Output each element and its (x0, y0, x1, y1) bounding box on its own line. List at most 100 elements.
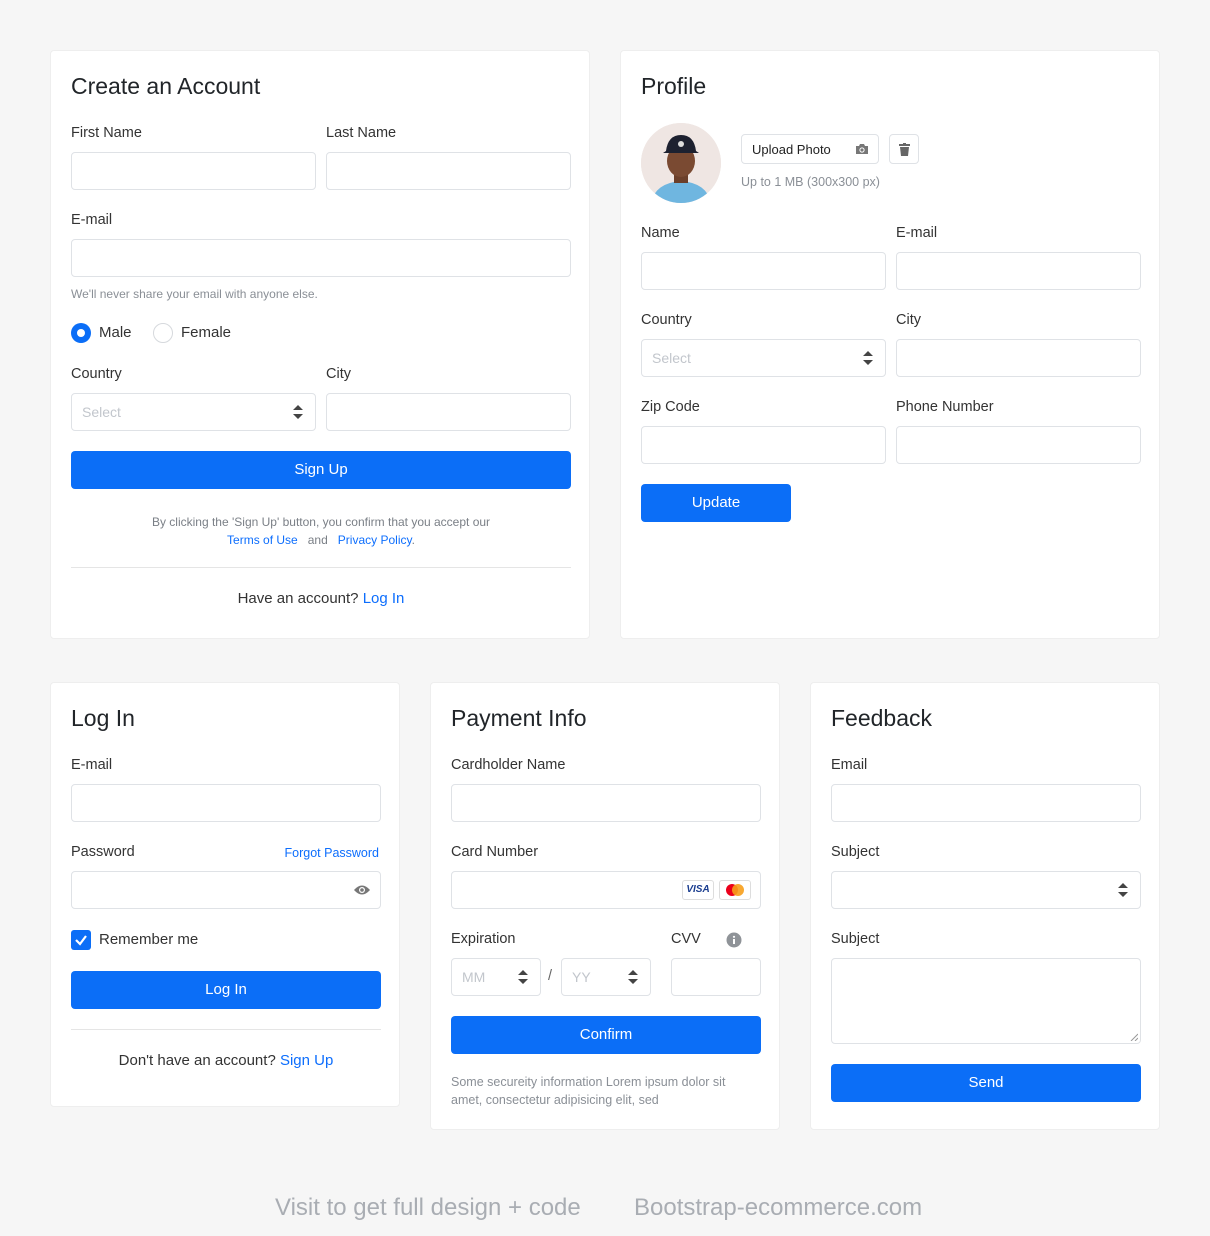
feedback-card: Feedback Email Subject Subject Send (810, 682, 1160, 1130)
terms-text: By clicking the 'Sign Up' button, you co… (71, 513, 571, 549)
year-placeholder: YY (572, 969, 591, 985)
last-name-label: Last Name (326, 125, 397, 141)
profile-city-input[interactable] (896, 339, 1141, 377)
info-icon[interactable] (726, 932, 742, 948)
upload-hint: Up to 1 MB (300x300 px) (741, 175, 880, 189)
security-note: Some secureity information Lorem ipsum d… (451, 1075, 726, 1107)
signup-country-label: Country (71, 366, 122, 382)
cvv-input[interactable] (671, 958, 761, 996)
profile-email-label: E-mail (896, 225, 938, 241)
have-account-row: Have an account? Log In (71, 590, 571, 607)
phone-number-input[interactable] (896, 426, 1141, 464)
select-arrows-icon (863, 351, 873, 365)
card-number-input[interactable]: VISA (451, 871, 761, 909)
cardholder-label: Cardholder Name (451, 757, 566, 773)
expiration-label: Expiration (451, 931, 516, 947)
password-input[interactable] (71, 871, 381, 909)
trash-icon (899, 143, 910, 156)
avatar-person-icon (641, 123, 721, 203)
country-placeholder: Select (82, 404, 121, 420)
login-divider (71, 1029, 381, 1030)
terms-suffix: . (411, 533, 415, 547)
no-account-row: Don't have an account? Sign Up (71, 1052, 381, 1069)
login-card: Log In E-mail Password Forgot Password R… (50, 682, 400, 1107)
email-help-text: We'll never share your email with anyone… (71, 287, 318, 301)
login-email-label: E-mail (71, 757, 113, 773)
remember-me-label: Remember me (99, 931, 199, 948)
country-placeholder: Select (652, 350, 691, 366)
login-link[interactable]: Log In (363, 590, 405, 607)
signup-city-label: City (326, 366, 351, 382)
signup-email-label: E-mail (71, 212, 113, 228)
feedback-email-label: Email (831, 757, 868, 773)
have-account-text: Have an account? (237, 590, 359, 607)
resize-handle-icon[interactable] (1130, 1033, 1138, 1041)
select-arrows-icon (518, 970, 528, 984)
remember-me-checkbox[interactable] (71, 930, 91, 950)
card-number-label: Card Number (451, 844, 539, 860)
feedback-subject-select[interactable] (831, 871, 1141, 909)
profile-name-label: Name (641, 225, 680, 241)
first-name-label: First Name (71, 125, 142, 141)
forgot-password-link[interactable]: Forgot Password (285, 846, 379, 860)
profile-card: Profile Upload Photo Up to 1 MB (300x300… (620, 50, 1160, 639)
password-label: Password (71, 844, 135, 860)
privacy-policy-link[interactable]: Privacy Policy (338, 533, 412, 547)
gender-male-radio[interactable] (71, 323, 91, 343)
send-button[interactable]: Send (831, 1064, 1141, 1102)
signup-country-select[interactable]: Select (71, 393, 316, 431)
signup-email-input[interactable] (71, 239, 571, 277)
confirm-button[interactable]: Confirm (451, 1016, 761, 1054)
checkmark-icon (75, 935, 87, 946)
login-email-input[interactable] (71, 784, 381, 822)
signup-city-input[interactable] (326, 393, 571, 431)
profile-title: Profile (641, 73, 707, 99)
feedback-message-label: Subject (831, 931, 880, 947)
profile-country-select[interactable]: Select (641, 339, 886, 377)
gender-female-label: Female (181, 324, 232, 341)
visa-icon: VISA (682, 880, 714, 900)
feedback-message-textarea[interactable] (831, 958, 1141, 1044)
footer-site-link[interactable]: Bootstrap-ecommerce.com (634, 1194, 922, 1222)
expiry-separator: / (548, 968, 553, 984)
avatar (641, 123, 721, 203)
eye-icon[interactable] (354, 884, 370, 896)
gender-female-radio[interactable] (153, 323, 173, 343)
signup-link[interactable]: Sign Up (280, 1052, 333, 1069)
profile-country-label: Country (641, 312, 692, 328)
profile-city-label: City (896, 312, 921, 328)
zip-code-input[interactable] (641, 426, 886, 464)
gender-male-label: Male (99, 324, 132, 341)
delete-photo-button[interactable] (889, 134, 919, 164)
update-button[interactable]: Update (641, 484, 791, 522)
last-name-input[interactable] (326, 152, 571, 190)
no-account-text: Don't have an account? (118, 1052, 276, 1069)
select-arrows-icon (293, 405, 303, 419)
terms-of-use-link[interactable]: Terms of Use (227, 533, 298, 547)
camera-icon (856, 144, 868, 154)
phone-number-label: Phone Number (896, 399, 994, 415)
mastercard-icon (719, 880, 751, 900)
expiry-year-select[interactable]: YY (561, 958, 651, 996)
signup-title: Create an Account (71, 73, 261, 99)
login-button[interactable]: Log In (71, 971, 381, 1009)
feedback-email-input[interactable] (831, 784, 1141, 822)
signup-card: Create an Account First Name Last Name E… (50, 50, 590, 639)
footer-visit-text: Visit to get full design + code (275, 1194, 581, 1221)
login-title: Log In (71, 705, 135, 731)
upload-photo-button[interactable]: Upload Photo (741, 134, 879, 164)
upload-photo-label: Upload Photo (752, 142, 831, 157)
zip-code-label: Zip Code (641, 399, 700, 415)
first-name-input[interactable] (71, 152, 316, 190)
expiry-month-select[interactable]: MM (451, 958, 541, 996)
signup-button[interactable]: Sign Up (71, 451, 571, 489)
cvv-label: CVV (671, 931, 701, 947)
select-arrows-icon (628, 970, 638, 984)
profile-email-input[interactable] (896, 252, 1141, 290)
feedback-title: Feedback (831, 705, 933, 731)
profile-name-input[interactable] (641, 252, 886, 290)
terms-prefix: By clicking the 'Sign Up' button, you co… (151, 515, 491, 529)
payment-card: Payment Info Cardholder Name Card Number… (430, 682, 780, 1130)
cardholder-input[interactable] (451, 784, 761, 822)
month-placeholder: MM (462, 969, 486, 985)
